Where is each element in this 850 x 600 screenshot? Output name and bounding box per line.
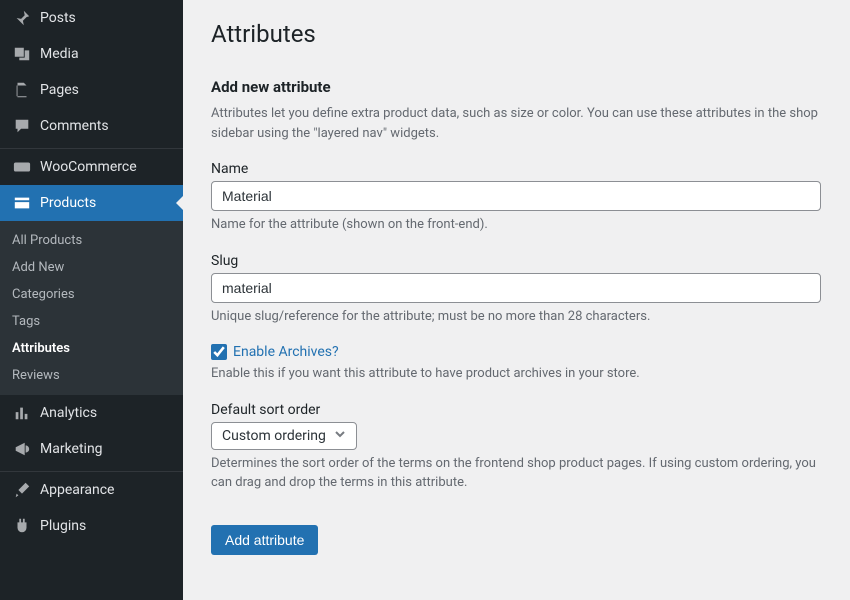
sidebar-item-label: WooCommerce [40, 159, 137, 175]
field-sort-order: Default sort order Custom ordering Deter… [211, 402, 822, 493]
megaphone-icon [12, 439, 32, 459]
sidebar-item-label: Comments [40, 118, 109, 134]
brush-icon [12, 480, 32, 500]
sidebar-item-label: Appearance [40, 482, 114, 498]
content-area: Attributes Add new attribute Attributes … [183, 0, 850, 600]
sort-order-value: Custom ordering [222, 428, 326, 444]
page-title: Attributes [211, 20, 822, 48]
comment-icon [12, 116, 32, 136]
sidebar-item-label: Posts [40, 10, 76, 26]
sort-order-select[interactable]: Custom ordering [211, 422, 357, 450]
sidebar-item-products[interactable]: Products [0, 185, 183, 221]
woocommerce-icon [12, 157, 32, 177]
sort-help: Determines the sort order of the terms o… [211, 454, 822, 493]
field-slug: Slug Unique slug/reference for the attri… [211, 253, 822, 327]
sidebar-item-label: Plugins [40, 518, 86, 534]
enable-archives-label: Enable Archives? [233, 344, 339, 360]
enable-archives-row[interactable]: Enable Archives? [211, 344, 822, 360]
submenu-all-products[interactable]: All Products [0, 227, 183, 254]
pin-icon [12, 8, 32, 28]
slug-label: Slug [211, 253, 822, 269]
add-attribute-button[interactable]: Add attribute [211, 525, 318, 555]
sidebar-item-label: Marketing [40, 441, 103, 457]
name-label: Name [211, 161, 822, 177]
products-submenu: All Products Add New Categories Tags Att… [0, 221, 183, 395]
sidebar-item-woocommerce[interactable]: WooCommerce [0, 149, 183, 185]
submenu-reviews[interactable]: Reviews [0, 362, 183, 389]
sidebar-item-marketing[interactable]: Marketing [0, 431, 183, 467]
name-help: Name for the attribute (shown on the fro… [211, 215, 822, 235]
sidebar-item-media[interactable]: Media [0, 36, 183, 72]
sidebar-item-appearance[interactable]: Appearance [0, 472, 183, 508]
enable-archives-checkbox[interactable] [211, 344, 227, 360]
slug-input[interactable] [211, 273, 821, 303]
sidebar-item-comments[interactable]: Comments [0, 108, 183, 144]
submenu-attributes[interactable]: Attributes [0, 335, 183, 362]
sidebar-item-label: Pages [40, 82, 79, 98]
field-name: Name Name for the attribute (shown on th… [211, 161, 822, 235]
plugin-icon [12, 516, 32, 536]
sidebar-item-analytics[interactable]: Analytics [0, 395, 183, 431]
chevron-down-icon [334, 428, 346, 444]
sidebar-item-plugins[interactable]: Plugins [0, 508, 183, 544]
sidebar-item-label: Products [40, 195, 96, 211]
submenu-categories[interactable]: Categories [0, 281, 183, 308]
section-title: Add new attribute [211, 78, 822, 96]
products-icon [12, 193, 32, 213]
sidebar-item-label: Analytics [40, 405, 97, 421]
media-icon [12, 44, 32, 64]
admin-sidebar: Posts Media Pages Comments WooCommerce P… [0, 0, 183, 600]
submenu-add-new[interactable]: Add New [0, 254, 183, 281]
slug-help: Unique slug/reference for the attribute;… [211, 307, 822, 327]
analytics-icon [12, 403, 32, 423]
field-enable-archives: Enable Archives? Enable this if you want… [211, 344, 822, 384]
name-input[interactable] [211, 181, 821, 211]
pages-icon [12, 80, 32, 100]
enable-archives-help: Enable this if you want this attribute t… [211, 364, 822, 384]
sidebar-item-posts[interactable]: Posts [0, 0, 183, 36]
sidebar-item-label: Media [40, 46, 79, 62]
submenu-tags[interactable]: Tags [0, 308, 183, 335]
sort-label: Default sort order [211, 402, 822, 418]
sidebar-item-pages[interactable]: Pages [0, 72, 183, 108]
intro-text: Attributes let you define extra product … [211, 104, 822, 143]
